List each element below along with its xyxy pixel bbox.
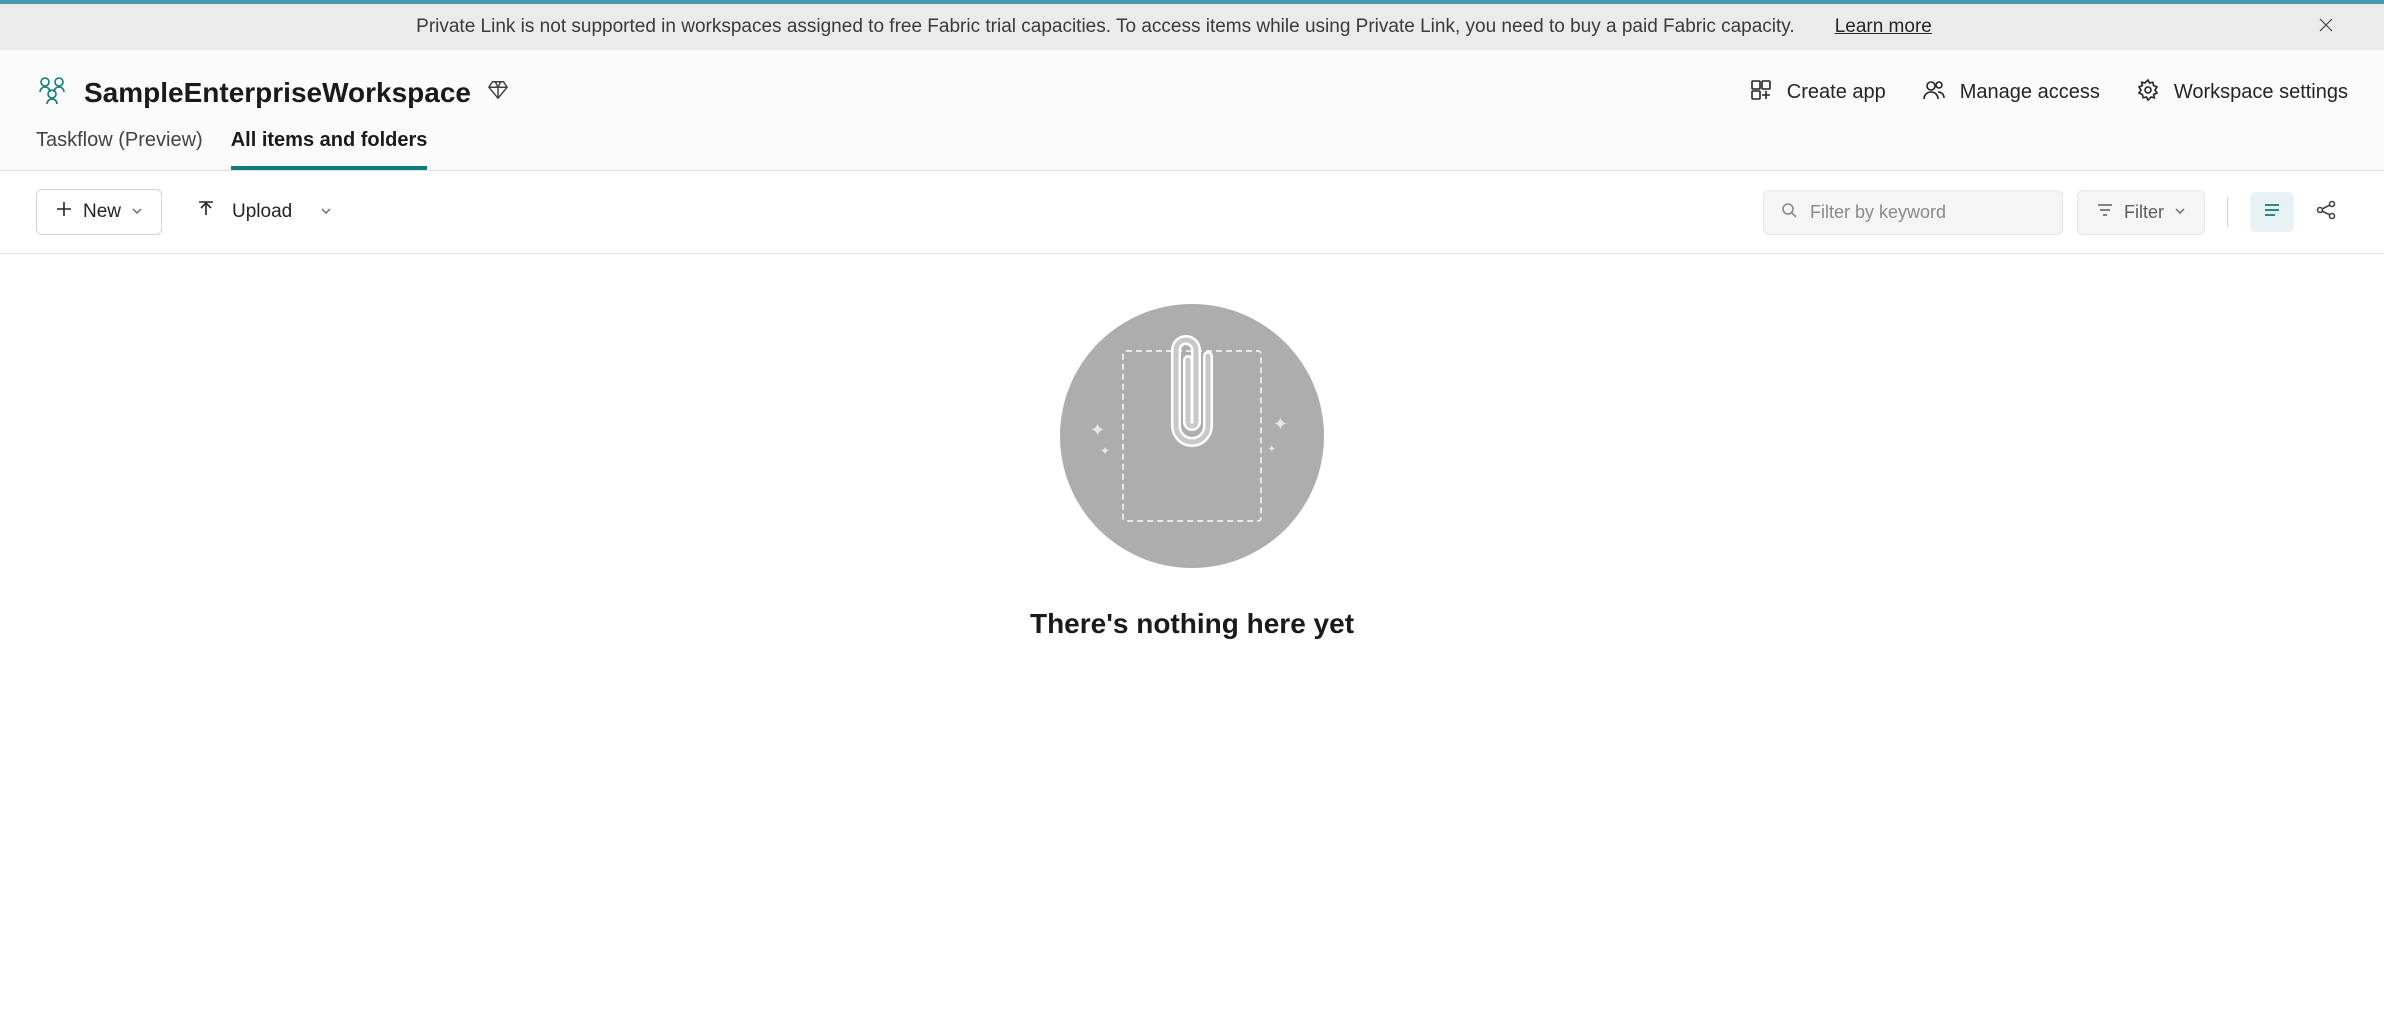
list-view-button[interactable] xyxy=(2250,192,2294,232)
empty-state-graphic: ✦ ✦ ✦ ✦ xyxy=(1060,304,1324,568)
workspace-people-icon xyxy=(36,74,68,111)
filter-button[interactable]: Filter xyxy=(2077,190,2205,235)
paperclip-icon xyxy=(1162,326,1222,471)
chevron-down-icon xyxy=(131,205,143,220)
chevron-down-icon xyxy=(320,205,332,220)
workspace-settings-label: Workspace settings xyxy=(2174,81,2348,104)
close-icon[interactable] xyxy=(2308,17,2344,38)
view-toggle xyxy=(2250,192,2348,232)
empty-state-title: There's nothing here yet xyxy=(1030,608,1354,640)
new-button[interactable]: New xyxy=(36,189,162,235)
sparkle-icon: ✦ xyxy=(1268,444,1276,455)
toolbar-right: Filter xyxy=(1763,190,2348,235)
people-icon xyxy=(1922,78,1946,108)
search-icon xyxy=(1780,201,1798,224)
toolbar-separator xyxy=(2227,197,2228,227)
chevron-down-icon xyxy=(2174,205,2186,220)
tabs: Taskflow (Preview) All items and folders xyxy=(0,111,2384,171)
gear-icon xyxy=(2136,78,2160,108)
filter-keyword-input[interactable] xyxy=(1810,202,2046,223)
sparkle-icon: ✦ xyxy=(1100,444,1110,458)
list-icon xyxy=(2262,200,2282,225)
plus-icon xyxy=(55,200,73,224)
workspace-title: SampleEnterpriseWorkspace xyxy=(84,77,471,109)
upload-button[interactable]: Upload xyxy=(192,191,336,233)
lineage-view-button[interactable] xyxy=(2304,192,2348,232)
filter-label: Filter xyxy=(2124,202,2164,223)
manage-access-label: Manage access xyxy=(1960,81,2100,104)
upload-label: Upload xyxy=(232,201,292,223)
workspace-header: SampleEnterpriseWorkspace Create app xyxy=(0,50,2384,111)
sparkle-icon: ✦ xyxy=(1090,420,1105,441)
lineage-icon xyxy=(2315,199,2337,226)
toolbar-left: New Upload xyxy=(36,189,336,235)
create-app-button[interactable]: Create app xyxy=(1749,78,1886,108)
workspace-title-group: SampleEnterpriseWorkspace xyxy=(36,74,509,111)
upload-icon xyxy=(196,199,216,225)
notification-bar: Private Link is not supported in workspa… xyxy=(0,4,2384,50)
diamond-icon xyxy=(487,79,509,106)
sparkle-icon: ✦ xyxy=(1273,414,1288,435)
manage-access-button[interactable]: Manage access xyxy=(1922,78,2100,108)
apps-icon xyxy=(1749,78,1773,108)
toolbar: New Upload xyxy=(0,171,2384,254)
filter-input-wrapper[interactable] xyxy=(1763,190,2063,235)
new-label: New xyxy=(83,201,121,223)
empty-state: ✦ ✦ ✦ ✦ There's nothing here yet xyxy=(0,254,2384,640)
tab-taskflow[interactable]: Taskflow (Preview) xyxy=(36,129,203,170)
workspace-settings-button[interactable]: Workspace settings xyxy=(2136,78,2348,108)
header-actions: Create app Manage access Workspace set xyxy=(1749,78,2348,108)
learn-more-link[interactable]: Learn more xyxy=(1835,16,1932,38)
filter-icon xyxy=(2096,201,2114,224)
tab-all-items[interactable]: All items and folders xyxy=(231,129,428,170)
create-app-label: Create app xyxy=(1787,81,1886,104)
notification-message: Private Link is not supported in workspa… xyxy=(416,16,1795,38)
notification-content: Private Link is not supported in workspa… xyxy=(40,16,2308,38)
